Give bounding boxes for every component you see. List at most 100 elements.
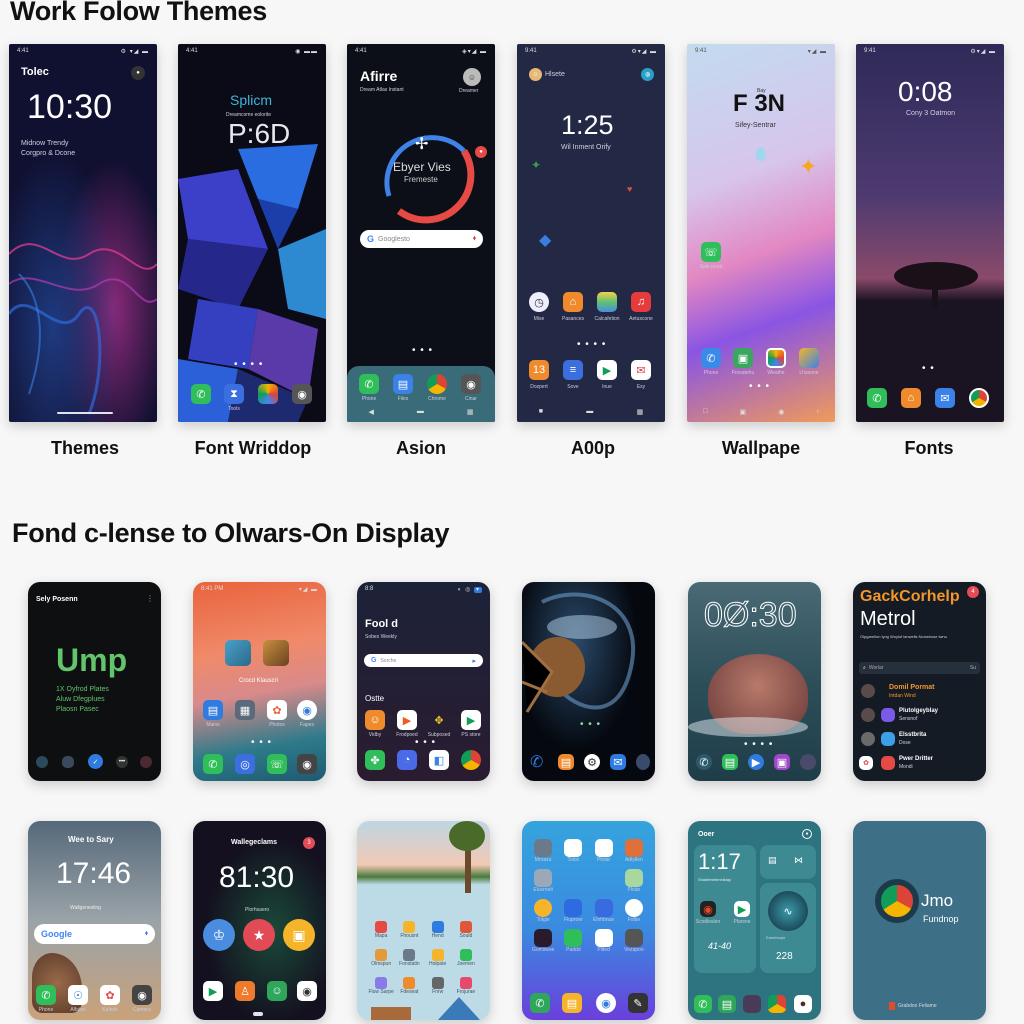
app-icon[interactable]: Plifed [589,929,619,953]
phone-icon[interactable]: ✆ [701,348,721,368]
wallet-icon[interactable]: ▤ [562,993,582,1013]
files-icon[interactable]: ▤ [558,754,574,770]
more-icon[interactable]: ⋮ [146,594,154,603]
app-icon[interactable]: Fhousnt [395,921,423,939]
list-item[interactable]: Domil Pormat Intdan Wind [861,682,981,702]
app-icon[interactable]: Vezapon [619,929,649,953]
media-icon[interactable]: ∿ [768,891,808,931]
app-icon[interactable]: Plotar [589,839,619,863]
gallery-icon[interactable]: ▣ [774,754,790,770]
photos-icon[interactable] [766,348,786,368]
photos-icon[interactable]: ✿ [267,700,287,720]
app-icon[interactable]: Mnrazu [528,839,558,863]
camera-icon[interactable]: ● [794,995,812,1013]
app-icon[interactable]: Fdeseat [395,977,423,995]
folder-app-icon[interactable] [225,640,251,666]
app-icon[interactable]: ▦ [235,700,255,720]
app-icon[interactable]: Fonstatin [395,949,423,967]
speedometer-icon[interactable]: ◔ [397,750,417,770]
messages-icon[interactable]: ▤ [722,754,738,770]
globe-icon[interactable]: ◍ [641,68,654,81]
game-icon[interactable]: ☺ [365,710,385,730]
camera-icon[interactable]: ◉ [132,985,152,1005]
phone-icon[interactable]: ✆ [694,995,712,1013]
play-store-icon[interactable]: ▶ [734,901,750,917]
wallet-icon[interactable] [597,292,617,312]
chrome-icon[interactable] [969,388,989,408]
messenger-icon[interactable]: ✓ [88,754,103,769]
pin-icon[interactable]: ★ [243,919,275,951]
search-bar[interactable]: Google ⬧ [34,924,155,944]
home-icon[interactable]: ▣ [739,408,746,416]
camera-icon[interactable]: ◉ [292,384,312,404]
page-indicator[interactable]: • • • • [744,740,773,750]
aod-card-google[interactable]: Wee to Sary 17:46 Wallgenesiing Google ⬧… [28,821,161,1020]
files-icon[interactable]: ▤ [393,374,413,394]
notification-badge[interactable]: 4 [967,586,979,598]
profile-icon[interactable]: ● [802,829,812,839]
home-indicator[interactable] [57,412,113,414]
app-icon[interactable] [140,756,152,768]
aod-card-creature[interactable]: • • • ✆ ▤ ⚙ ✉ [522,582,655,781]
back-icon[interactable]: ‹ [817,408,819,416]
list-item[interactable]: Elsstbrita Dose [861,730,981,750]
phone-icon[interactable]: ✆ [530,752,543,772]
home-icon[interactable]: ⌂ [901,388,921,408]
home-icon[interactable]: ▬ [586,408,593,416]
play-store-icon[interactable]: ▶ [203,981,223,1001]
mail-icon[interactable]: ✉ [610,754,626,770]
notification-badge-icon[interactable]: ● [475,146,487,158]
app-icon[interactable]: Tolce [558,839,588,863]
theme-card-fonts[interactable]: 9:41 ⚙▾◢ ▬ 0:08 Cony 3 Oatmon • • ✆ ⌂ ✉ [856,44,1004,422]
recents-icon[interactable]: ▦ [637,408,644,416]
play-icon[interactable]: ▶ [397,710,417,730]
folder-app-icon[interactable] [263,640,289,666]
settings-icon[interactable]: ⚙ [584,754,600,770]
aod-card-coral[interactable]: 8:41 PM ▾◢ ▬ Crocd Klauscri ▤ Mains ▦ ✿ P… [193,582,326,781]
photos-icon[interactable]: ✿ [100,985,120,1005]
list-item[interactable]: Plutolgeyblay Sensnof [861,706,981,726]
calendar-icon[interactable]: ▤ [768,855,777,866]
app-icon[interactable]: Frojurae [452,977,480,995]
messages-icon[interactable]: ☏ [701,242,721,262]
app-icon[interactable]: Hend [424,921,452,939]
aod-card-mammoth[interactable]: 0Ø:30 • • • • ✆ ▤ ▶ ▣ [688,582,821,781]
app-icon[interactable]: Eluvrnelt [528,869,558,893]
chrome-icon[interactable] [768,995,786,1013]
compass-icon[interactable]: ◉ [297,700,317,720]
fan-icon[interactable]: ✤ [365,750,385,770]
settings-icon[interactable]: ● [131,66,145,80]
hourglass-icon[interactable]: ⧗ [224,384,244,404]
page-indicator[interactable]: • • • • [234,360,263,370]
theme-card-asion[interactable]: 4:41 ◈▾◢ ▬ Afirre Dream Atlas Instant ☺ D… [347,44,495,422]
app-icon[interactable] [636,754,650,770]
phone-icon[interactable]: ✆ [191,384,211,404]
contacts-icon[interactable]: ☉ [68,985,88,1005]
camera-icon[interactable]: ◉ [461,374,481,394]
page-indicator[interactable]: • • • [251,738,272,748]
page-indicator[interactable]: • • • • [577,340,606,350]
aod-card-fool[interactable]: 8:8 ◐ ◎ ▾ Fool d Sobes Weekly G Sorche ▸ … [357,582,490,781]
aod-card-lake[interactable]: Mapa Fhousnt Hend Sould Olmspun Fonstati… [357,821,490,1020]
search-bar[interactable]: G Googlesto ⬧ [360,230,483,248]
page-indicator[interactable]: • • • [412,346,433,356]
play-store-icon[interactable]: ▶ [597,360,617,380]
music-icon[interactable]: ♫ [631,292,651,312]
clock-icon[interactable]: ◷ [529,292,549,312]
home-icon[interactable]: ▬ [417,408,424,416]
notes-icon[interactable]: ≡ [563,360,583,380]
play-store-icon[interactable]: ▶ [461,710,481,730]
theme-card-a00p[interactable]: 9:41 ⚙▾◢ ▬ ☺ Hlsete ◍ 1:25 Wil Inment Ori… [517,44,665,422]
assistant-icon[interactable]: ◉ [778,408,784,416]
mail-icon[interactable]: ✉ [631,360,651,380]
avatar[interactable]: ☺ [463,68,481,86]
pen-icon[interactable]: ✎ [628,993,648,1013]
phone-icon[interactable]: ✆ [359,374,379,394]
chrome-icon[interactable] [427,374,447,394]
app-icon[interactable]: Gomswse [528,929,558,953]
gallery-icon[interactable] [799,348,819,368]
mic-icon[interactable]: ⬧ [145,930,148,938]
mail-icon[interactable]: ▤ [203,700,223,720]
camera-icon[interactable]: ◉ [297,754,317,774]
app-icon[interactable]: Plolar [619,869,649,893]
